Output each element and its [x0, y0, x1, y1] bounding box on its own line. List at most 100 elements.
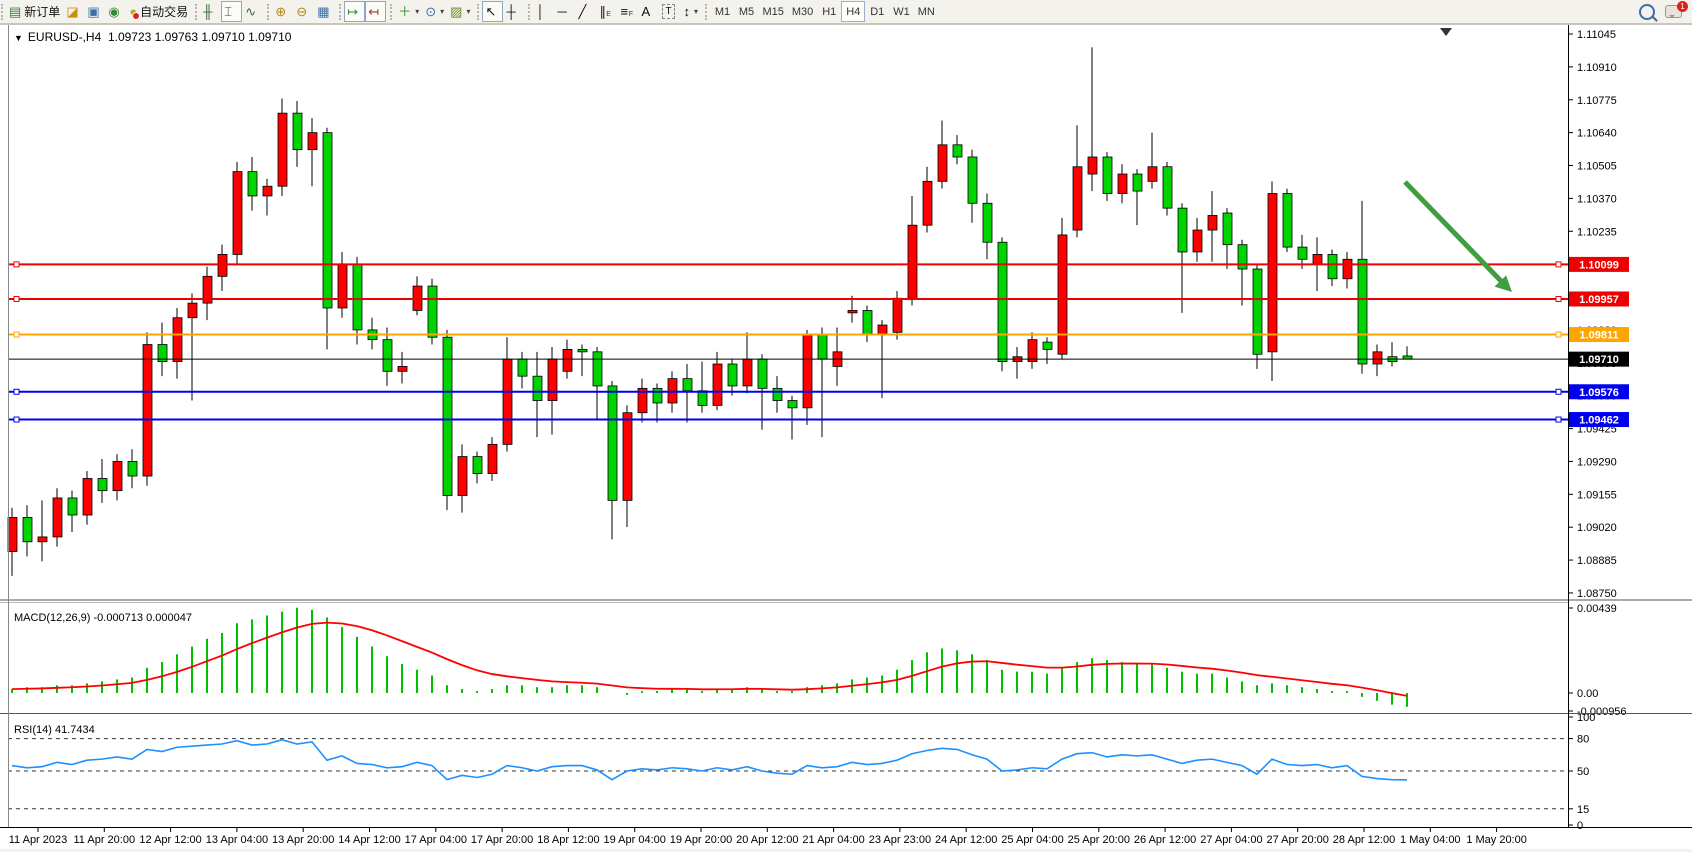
- templates-button[interactable]: ▨▾: [447, 1, 473, 22]
- terminal-button[interactable]: ▣: [84, 1, 105, 22]
- vertical-line-button[interactable]: │: [533, 1, 554, 22]
- candle-body: [728, 364, 737, 386]
- chart-shift-button[interactable]: ↤: [365, 1, 386, 22]
- timeframe-mn[interactable]: MN: [914, 1, 939, 22]
- chat-icon[interactable]: 1: [1665, 5, 1682, 18]
- candle-body: [1163, 167, 1172, 208]
- time-label[interactable]: 12 Apr 12:00: [139, 834, 201, 846]
- chart-menu-icon[interactable]: ▼: [14, 33, 23, 43]
- candle-body: [173, 318, 182, 362]
- zoom-out-button[interactable]: ⊖: [293, 1, 314, 22]
- signals-button[interactable]: ◉: [105, 1, 126, 22]
- timeframe-w1[interactable]: W1: [889, 1, 914, 22]
- cursor-button[interactable]: ↖: [482, 1, 503, 22]
- periods-button[interactable]: ⊙▾: [422, 1, 447, 22]
- time-label[interactable]: 17 Apr 20:00: [471, 834, 533, 846]
- time-label[interactable]: 20 Apr 12:00: [736, 834, 798, 846]
- line-handle[interactable]: [14, 296, 19, 301]
- search-icon[interactable]: [1639, 4, 1655, 20]
- autotrading-icon: ●: [129, 5, 137, 18]
- line-handle[interactable]: [1556, 417, 1561, 422]
- candle-body: [1298, 247, 1307, 259]
- line-handle[interactable]: [14, 332, 19, 337]
- bar-chart-button[interactable]: ╫: [200, 1, 221, 22]
- time-label[interactable]: 13 Apr 04:00: [206, 834, 268, 846]
- horizontal-line-button[interactable]: ─: [554, 1, 575, 22]
- tile-windows-button[interactable]: ▦: [314, 1, 335, 22]
- price-tick-label: 1.09290: [1577, 456, 1617, 468]
- time-label[interactable]: 25 Apr 04:00: [1001, 834, 1063, 846]
- time-label[interactable]: 11 Apr 2023: [9, 834, 68, 846]
- chart-profile-button[interactable]: ◪: [63, 1, 84, 22]
- candle-body: [818, 335, 827, 359]
- time-label[interactable]: 1 May 04:00: [1400, 834, 1461, 846]
- line-handle[interactable]: [1556, 332, 1561, 337]
- dropdown-arrow-icon[interactable]: ▾: [440, 7, 444, 16]
- candle-body: [548, 359, 557, 400]
- arrows-button[interactable]: ↕▾: [680, 1, 701, 22]
- new-order-button[interactable]: ▤新订单: [6, 1, 63, 22]
- candle-body: [53, 498, 62, 537]
- line-handle[interactable]: [1556, 296, 1561, 301]
- time-label[interactable]: 17 Apr 04:00: [405, 834, 467, 846]
- time-label[interactable]: 11 Apr 20:00: [74, 834, 136, 846]
- line-handle[interactable]: [14, 417, 19, 422]
- toolbar-group: ⊕⊖▦: [266, 0, 338, 24]
- time-label[interactable]: 27 Apr 20:00: [1267, 834, 1329, 846]
- rsi-axis-label: 0: [1577, 820, 1583, 832]
- candle-body: [938, 145, 947, 182]
- time-label[interactable]: 26 Apr 12:00: [1134, 834, 1196, 846]
- line-handle[interactable]: [1556, 262, 1561, 267]
- time-label[interactable]: 21 Apr 04:00: [802, 834, 864, 846]
- time-label[interactable]: 19 Apr 20:00: [670, 834, 732, 846]
- timeframe-m15[interactable]: M15: [758, 1, 787, 22]
- line-handle[interactable]: [14, 262, 19, 267]
- price-tick-label: 1.10505: [1577, 161, 1617, 173]
- text-button[interactable]: A: [638, 1, 659, 22]
- line-handle[interactable]: [1556, 389, 1561, 394]
- equidistant-channel-button[interactable]: ∥E: [596, 1, 617, 22]
- timeframe-m30[interactable]: M30: [788, 1, 817, 22]
- line-chart-button[interactable]: ∿: [242, 1, 263, 22]
- time-label[interactable]: 24 Apr 12:00: [935, 834, 997, 846]
- candle-body: [263, 186, 272, 196]
- line-handle[interactable]: [14, 389, 19, 394]
- fibonacci-button[interactable]: ≡F: [617, 1, 638, 22]
- timeframe-h4[interactable]: H4: [841, 1, 865, 22]
- auto-scroll-button[interactable]: ↦: [344, 1, 365, 22]
- time-label[interactable]: 27 Apr 04:00: [1200, 834, 1262, 846]
- macd-axis-label: 0.00439: [1577, 603, 1617, 615]
- timeframe-m5[interactable]: M5: [734, 1, 758, 22]
- candle-body: [128, 461, 137, 476]
- time-label[interactable]: 25 Apr 20:00: [1068, 834, 1130, 846]
- candle-body: [503, 359, 512, 444]
- zoom-in-button[interactable]: ⊕: [272, 1, 293, 22]
- candlestick-chart-button[interactable]: ⌶: [221, 1, 242, 22]
- time-label[interactable]: 23 Apr 23:00: [869, 834, 931, 846]
- time-label[interactable]: 14 Apr 12:00: [338, 834, 400, 846]
- dropdown-arrow-icon[interactable]: ▾: [694, 7, 698, 16]
- time-label[interactable]: 18 Apr 12:00: [537, 834, 599, 846]
- crosshair-button[interactable]: ┼: [503, 1, 524, 22]
- signals-icon: ◉: [108, 5, 119, 18]
- time-label[interactable]: 19 Apr 04:00: [604, 834, 666, 846]
- candle-body: [68, 498, 77, 515]
- candle-body: [1103, 157, 1112, 194]
- candle: [1253, 264, 1262, 369]
- candle-body: [1073, 167, 1082, 230]
- timeframe-m1[interactable]: M1: [710, 1, 734, 22]
- time-label[interactable]: 13 Apr 20:00: [272, 834, 334, 846]
- autotrading-button[interactable]: ●自动交易: [126, 1, 191, 22]
- timeframe-d1[interactable]: D1: [865, 1, 889, 22]
- candle-body: [1253, 269, 1262, 354]
- trendline-button[interactable]: ╱: [575, 1, 596, 22]
- text-label-button[interactable]: T: [659, 1, 680, 22]
- chart-canvas[interactable]: 1.110451.109101.107751.106401.105051.103…: [0, 24, 1692, 852]
- time-label[interactable]: 1 May 20:00: [1466, 834, 1527, 846]
- time-label[interactable]: 28 Apr 12:00: [1333, 834, 1395, 846]
- dropdown-arrow-icon[interactable]: ▾: [466, 7, 470, 16]
- dropdown-arrow-icon[interactable]: ▾: [415, 7, 419, 16]
- timeframe-h1[interactable]: H1: [817, 1, 841, 22]
- candle-body: [293, 113, 302, 150]
- indicators-button[interactable]: ＋▾: [395, 1, 422, 22]
